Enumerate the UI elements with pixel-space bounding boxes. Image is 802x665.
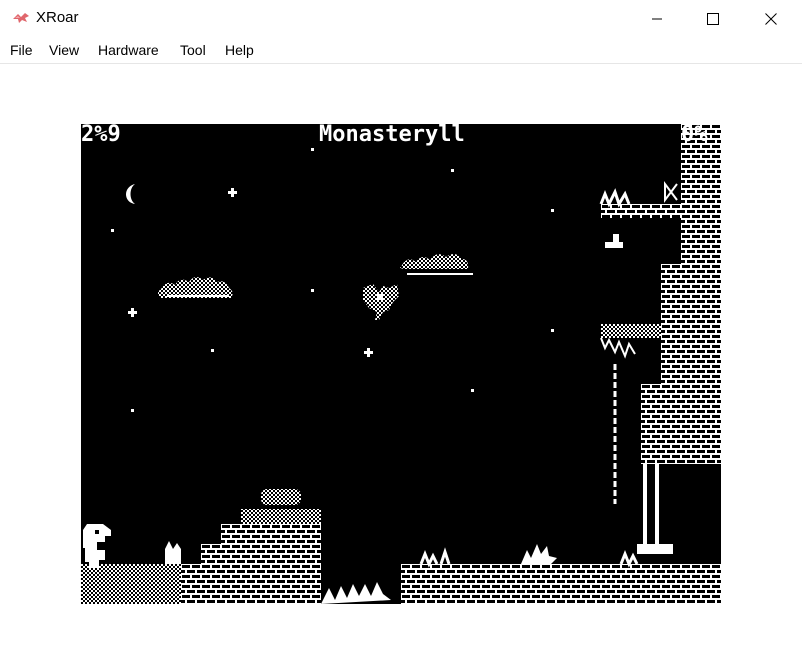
tower-right [599, 124, 721, 554]
player-sprite [83, 524, 111, 568]
brick-platform-left [181, 489, 321, 604]
maximize-button[interactable] [684, 0, 742, 38]
menu-hardware[interactable]: Hardware [98, 42, 159, 58]
close-icon [765, 13, 777, 25]
menu-tool[interactable]: Tool [180, 42, 206, 58]
window-title: XRoar [36, 9, 79, 26]
game-scene: 2%9 Monasteryll 0% [81, 124, 721, 604]
cloud-left [158, 276, 233, 298]
cloud-right [400, 253, 473, 275]
spike-pit [321, 582, 391, 604]
winged-creature [363, 284, 399, 320]
moon [126, 184, 135, 204]
ground-right [401, 547, 721, 604]
xroar-dragon-icon [13, 13, 29, 23]
close-button[interactable] [742, 0, 800, 38]
menu-help[interactable]: Help [225, 42, 254, 58]
maximize-icon [707, 13, 719, 25]
minimize-button[interactable] [628, 0, 686, 38]
stars [111, 148, 554, 412]
emulator-screen[interactable]: 2%9 Monasteryll 0% [81, 124, 721, 604]
hud-left: 2%9 [81, 124, 121, 147]
title-bar: XRoar [0, 0, 802, 38]
menu-file[interactable]: File [10, 42, 33, 58]
room-name: Monasteryll [319, 124, 465, 147]
menu-view[interactable]: View [49, 42, 79, 58]
minimize-icon [652, 18, 662, 20]
menu-bar: File View Hardware Tool Help [0, 38, 802, 64]
hud-right: 0% [681, 124, 708, 147]
spiky-creature [521, 544, 557, 564]
